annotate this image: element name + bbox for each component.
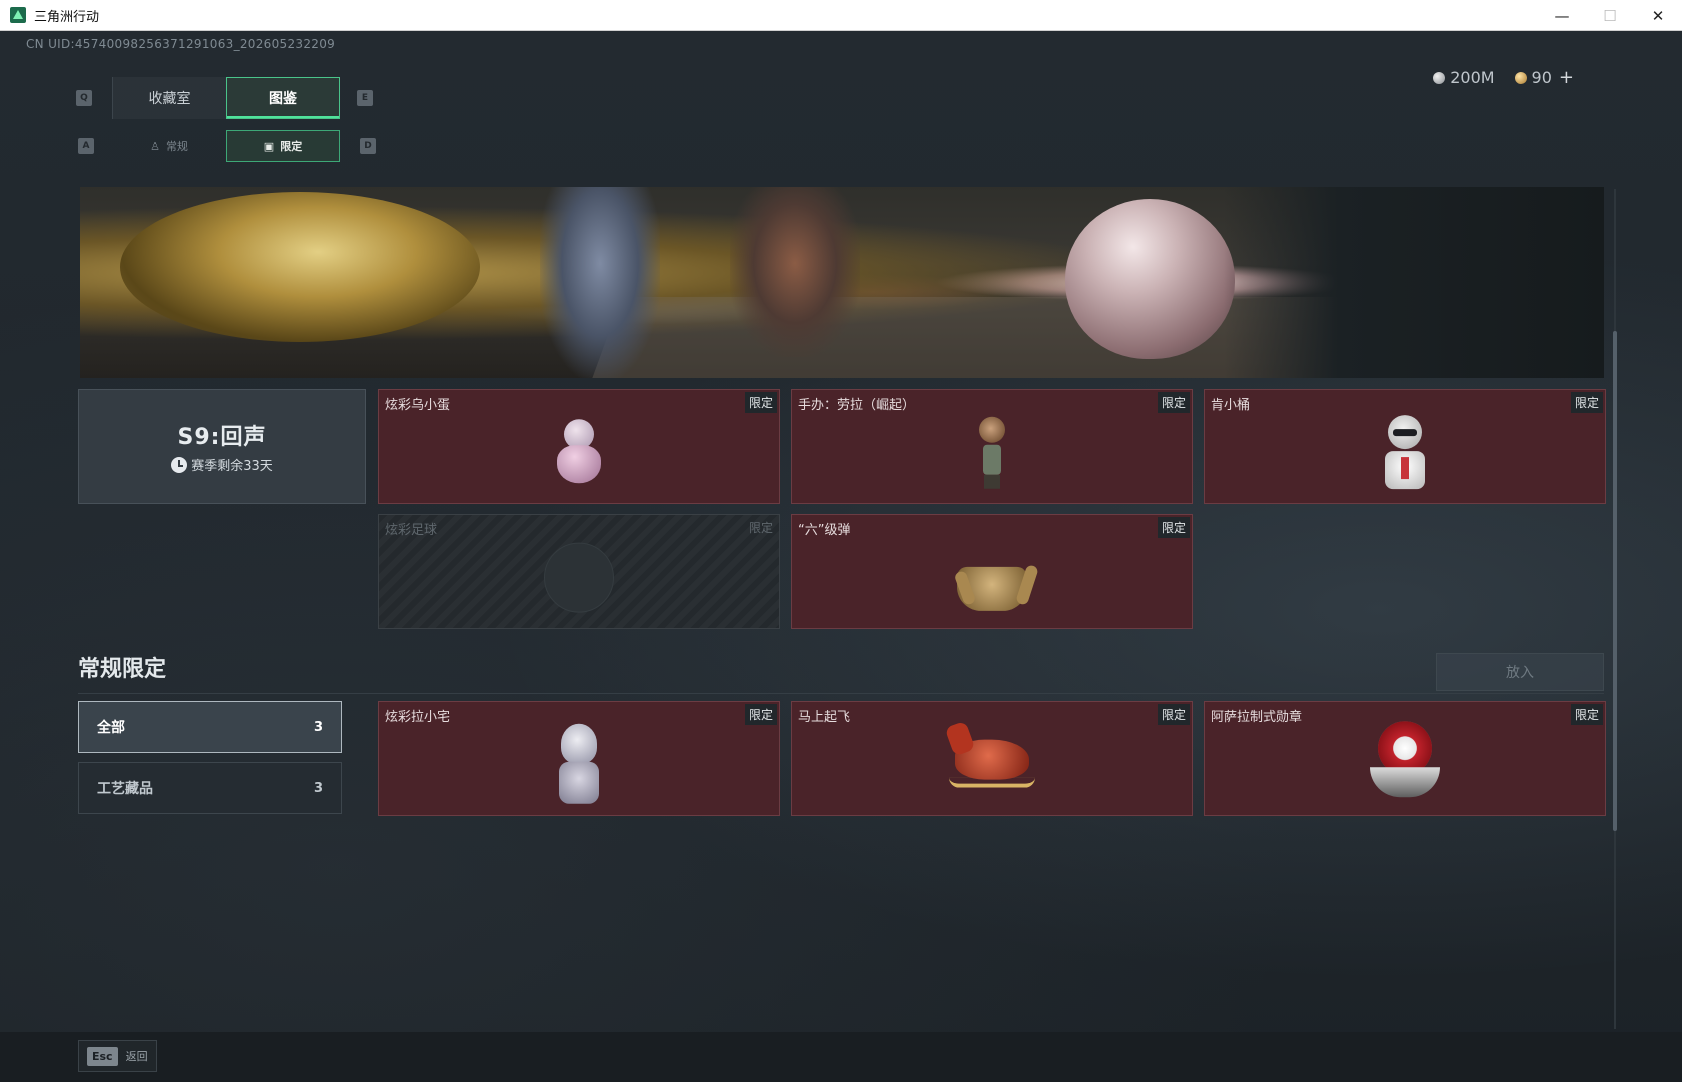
gold-turtle-figure bbox=[120, 192, 480, 342]
season-card[interactable]: S9:回声 赛季剩余33天 bbox=[78, 389, 366, 504]
next-subtab-key[interactable]: D bbox=[360, 138, 376, 154]
currency-bar: 200M 90 + bbox=[1433, 67, 1574, 88]
rocking-horse-icon bbox=[947, 729, 1037, 799]
collectible-card[interactable]: 炫彩拉小宅 限定 bbox=[378, 701, 780, 816]
figure-icon: ♙ bbox=[150, 139, 160, 153]
limited-tag: 限定 bbox=[744, 704, 777, 725]
collectible-card-locked[interactable]: 炫彩足球 限定 bbox=[378, 514, 780, 629]
image-icon: ▣ bbox=[263, 139, 275, 153]
banner-shelf bbox=[1224, 187, 1604, 378]
scrollbar-thumb[interactable] bbox=[1613, 331, 1617, 831]
egg-figure-icon bbox=[557, 418, 601, 485]
season-remaining: 赛季剩余33天 bbox=[171, 455, 273, 474]
medal-icon bbox=[1370, 720, 1440, 811]
gold-coin-icon bbox=[1514, 71, 1527, 84]
tab-catalog[interactable]: 图鉴 bbox=[226, 77, 340, 119]
prev-subtab-key[interactable]: A bbox=[78, 138, 94, 154]
section-divider bbox=[78, 693, 1604, 694]
put-in-button[interactable]: 放入 bbox=[1436, 653, 1604, 691]
card-name: “六”级弹 bbox=[798, 523, 851, 538]
esc-key: Esc bbox=[87, 1046, 118, 1066]
collectible-card[interactable]: “六”级弹 限定 bbox=[791, 514, 1193, 629]
locked-emblem-icon bbox=[544, 542, 614, 613]
game-view: CN UID:457400982563712910​63_20260523220… bbox=[0, 31, 1682, 1082]
filter-all[interactable]: 全部 3 bbox=[78, 701, 342, 753]
collectible-card[interactable]: 马上起飞 限定 bbox=[791, 701, 1193, 816]
next-tab-key[interactable]: E bbox=[357, 90, 373, 106]
card-name: 炫彩拉小宅 bbox=[385, 710, 451, 725]
maximize-button[interactable]: ☐ bbox=[1586, 0, 1634, 31]
section-title: 常规限定 bbox=[78, 657, 167, 682]
filter-count: 3 bbox=[313, 719, 323, 735]
filter-label: 全部 bbox=[97, 720, 125, 736]
limited-tag: 限定 bbox=[1570, 704, 1603, 725]
soldier-figure bbox=[730, 187, 860, 357]
card-name: 手办：劳拉（崛起） bbox=[798, 398, 916, 413]
silver-amount: 200M bbox=[1450, 68, 1495, 87]
collectible-card[interactable]: 阿萨拉制式勋章 限定 bbox=[1204, 701, 1606, 816]
season-banner-image bbox=[80, 187, 1604, 378]
collectible-card[interactable]: 炫彩乌小蛋 限定 bbox=[378, 389, 780, 504]
subtab-limited-label: 限定 bbox=[280, 140, 303, 153]
window-controls: — ☐ ✕ bbox=[1538, 0, 1682, 31]
lara-figure-icon bbox=[977, 416, 1007, 489]
season-title: S9:回声 bbox=[177, 425, 267, 450]
collectible-card[interactable]: 肯小桶 限定 bbox=[1204, 389, 1606, 504]
subtab-regular[interactable]: ♙ 常规 bbox=[112, 130, 226, 162]
silver-coin-icon bbox=[1433, 71, 1446, 84]
limited-tag: 限定 bbox=[1157, 704, 1190, 725]
card-name: 炫彩乌小蛋 bbox=[385, 398, 451, 413]
hand-figure-icon bbox=[948, 540, 1039, 614]
subtab-limited[interactable]: ▣ 限定 bbox=[226, 130, 340, 162]
window-titlebar: 三角洲行动 — ☐ ✕ bbox=[0, 0, 1682, 31]
limited-tag: 限定 bbox=[1570, 392, 1603, 413]
back-label: 返回 bbox=[125, 1050, 148, 1063]
silver-currency: 200M bbox=[1433, 68, 1495, 87]
close-button[interactable]: ✕ bbox=[1634, 0, 1682, 31]
limited-tag: 限定 bbox=[1157, 517, 1190, 538]
tab-collection-room[interactable]: 收藏室 bbox=[112, 77, 226, 119]
bottom-bar: Esc 返回 bbox=[0, 1032, 1682, 1082]
add-currency-button[interactable]: + bbox=[1559, 67, 1574, 88]
gold-amount: 90 bbox=[1531, 68, 1552, 87]
back-button[interactable]: Esc 返回 bbox=[78, 1040, 157, 1072]
pearl-egg-figure bbox=[1065, 199, 1235, 359]
card-name: 肯小桶 bbox=[1211, 398, 1251, 413]
filter-craft[interactable]: 工艺藏品 3 bbox=[78, 762, 342, 814]
clock-icon bbox=[171, 456, 188, 473]
astronaut-figure bbox=[540, 187, 660, 378]
minimize-button[interactable]: — bbox=[1538, 0, 1586, 31]
limited-tag: 限定 bbox=[1157, 392, 1190, 413]
prev-tab-key[interactable]: Q bbox=[76, 90, 92, 106]
filter-label: 工艺藏品 bbox=[97, 781, 153, 797]
app-logo-icon bbox=[10, 7, 26, 23]
card-name: 阿萨拉制式勋章 bbox=[1211, 710, 1303, 725]
limited-tag: 限定 bbox=[748, 521, 773, 535]
gold-currency: 90 + bbox=[1514, 67, 1574, 88]
limited-tag: 限定 bbox=[744, 392, 777, 413]
filter-count: 3 bbox=[313, 780, 323, 796]
card-name: 炫彩足球 bbox=[385, 523, 438, 538]
otaku-figure-icon bbox=[557, 723, 601, 807]
ken-figure-icon bbox=[1381, 414, 1429, 491]
user-uid: CN UID:457400982563712910​63_20260523220… bbox=[26, 37, 336, 51]
subtab-regular-label: 常规 bbox=[165, 140, 188, 153]
card-name: 马上起飞 bbox=[798, 710, 851, 725]
season-remaining-text: 赛季剩余33天 bbox=[191, 459, 273, 474]
window-title: 三角洲行动 bbox=[34, 9, 100, 25]
collectible-card[interactable]: 手办：劳拉（崛起） 限定 bbox=[791, 389, 1193, 504]
